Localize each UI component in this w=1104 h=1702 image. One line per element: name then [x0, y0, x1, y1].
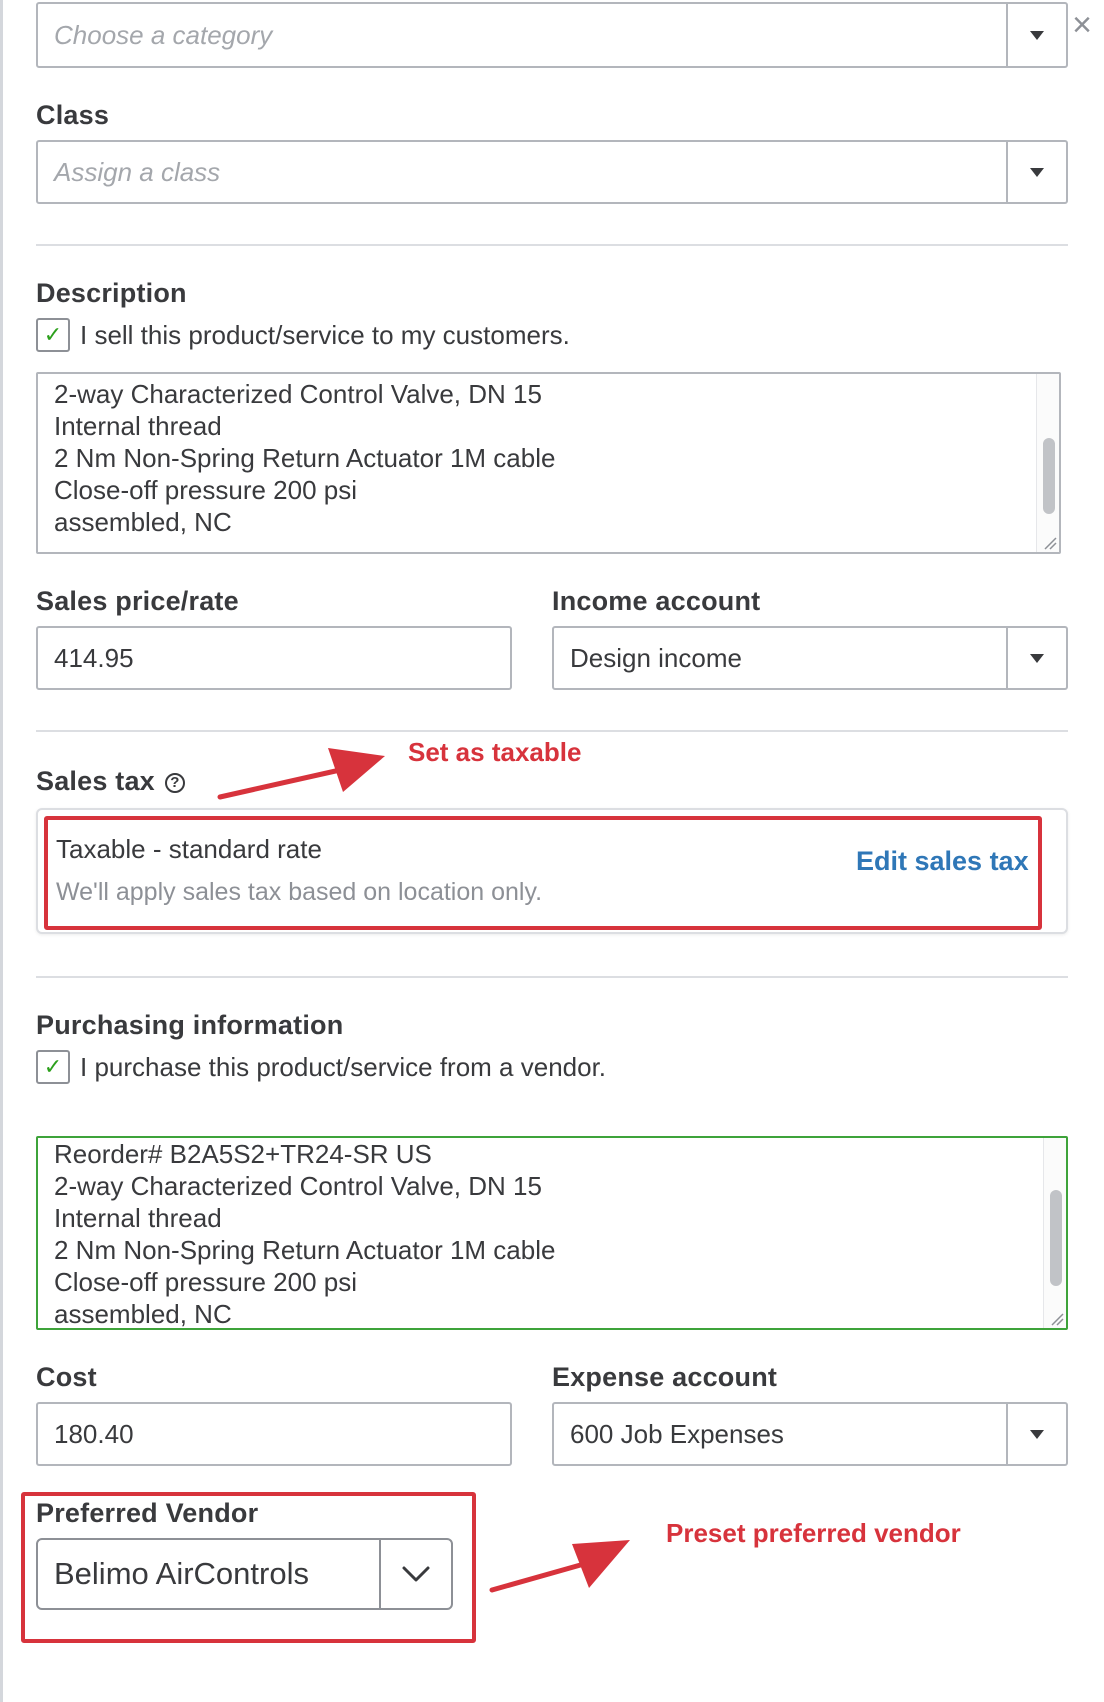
checkmark-icon: ✓: [43, 1054, 63, 1079]
income-account-select[interactable]: Design income: [552, 626, 1068, 690]
income-account-dropdown-button[interactable]: [1006, 628, 1066, 688]
panel-left-edge: [0, 0, 3, 1702]
close-icon[interactable]: ×: [1068, 8, 1096, 42]
scrollbar-thumb[interactable]: [1043, 438, 1055, 514]
scrollbar-thumb[interactable]: [1050, 1190, 1062, 1286]
purchase-checkbox-label: I purchase this product/service from a v…: [80, 1051, 607, 1082]
cost-input[interactable]: 180.40: [36, 1402, 512, 1466]
class-dropdown-button[interactable]: [1006, 142, 1066, 202]
purchase-line: Reorder# B2A5S2+TR24-SR US: [54, 1139, 432, 1169]
caret-down-icon: [1030, 30, 1044, 40]
category-dropdown-button[interactable]: [1006, 4, 1066, 66]
purchase-description-textarea[interactable]: Reorder# B2A5S2+TR24-SR US 2-way Charact…: [36, 1136, 1068, 1330]
resize-handle-icon[interactable]: [1043, 536, 1057, 550]
cost-label: Cost: [36, 1362, 97, 1392]
checkmark-icon: ✓: [43, 322, 63, 347]
purchase-line: 2-way Characterized Control Valve, DN 15: [54, 1171, 542, 1201]
sales-price-input[interactable]: 414.95: [36, 626, 512, 690]
category-placeholder: Choose a category: [54, 19, 273, 50]
vendor-annotation: Preset preferred vendor: [666, 1518, 961, 1548]
description-line: Close-off pressure 200 psi: [54, 475, 358, 505]
taxable-highlight-box: [44, 816, 1042, 930]
purchase-line: Internal thread: [54, 1203, 222, 1233]
expense-account-dropdown-button[interactable]: [1006, 1404, 1066, 1464]
purchasing-label: Purchasing information: [36, 1010, 344, 1040]
description-line: assembled, NC: [54, 507, 232, 537]
purchase-line: 2 Nm Non-Spring Return Actuator 1M cable: [54, 1235, 556, 1265]
income-account-value: Design income: [570, 642, 742, 673]
caret-down-icon: [1030, 1429, 1044, 1439]
vendor-highlight-box: [21, 1492, 476, 1643]
sales-description-textarea[interactable]: 2-way Characterized Control Valve, DN 15…: [36, 372, 1061, 554]
cost-value: 180.40: [54, 1418, 134, 1449]
description-line: 2-way Characterized Control Valve, DN 15: [54, 379, 542, 409]
sales-price-label: Sales price/rate: [36, 586, 239, 616]
description-label: Description: [36, 278, 187, 308]
sales-tax-label: Sales tax?: [36, 766, 185, 797]
sell-checkbox-label: I sell this product/service to my custom…: [80, 319, 570, 350]
resize-handle-icon[interactable]: [1050, 1312, 1064, 1326]
arrow-icon: [217, 748, 385, 800]
caret-down-icon: [1030, 653, 1044, 663]
category-select[interactable]: Choose a category: [36, 2, 1068, 68]
expense-account-value: 600 Job Expenses: [570, 1418, 784, 1449]
purchase-scrollbar[interactable]: [1043, 1138, 1066, 1328]
arrow-icon: [489, 1540, 630, 1593]
divider: [36, 730, 1068, 732]
divider: [36, 244, 1068, 246]
sell-checkbox[interactable]: ✓: [36, 318, 70, 352]
class-placeholder: Assign a class: [54, 156, 221, 187]
divider: [36, 976, 1068, 978]
taxable-annotation: Set as taxable: [408, 737, 582, 767]
sell-checkbox-row[interactable]: ✓ I sell this product/service to my cust…: [36, 318, 570, 352]
help-icon[interactable]: ?: [164, 772, 185, 793]
description-line: 2 Nm Non-Spring Return Actuator 1M cable: [54, 443, 556, 473]
expense-account-label: Expense account: [552, 1362, 778, 1392]
description-line: Internal thread: [54, 411, 222, 441]
expense-account-select[interactable]: 600 Job Expenses: [552, 1402, 1068, 1466]
sales-tax-label-text: Sales tax: [36, 766, 155, 796]
purchase-checkbox[interactable]: ✓: [36, 1050, 70, 1084]
purchase-checkbox-row[interactable]: ✓ I purchase this product/service from a…: [36, 1050, 606, 1084]
caret-down-icon: [1030, 167, 1044, 177]
income-account-label: Income account: [552, 586, 761, 616]
purchase-line: assembled, NC: [54, 1299, 232, 1329]
class-label: Class: [36, 100, 110, 130]
class-select[interactable]: Assign a class: [36, 140, 1068, 204]
description-scrollbar[interactable]: [1036, 374, 1059, 552]
sales-price-value: 414.95: [54, 642, 134, 673]
purchase-line: Close-off pressure 200 psi: [54, 1267, 358, 1297]
